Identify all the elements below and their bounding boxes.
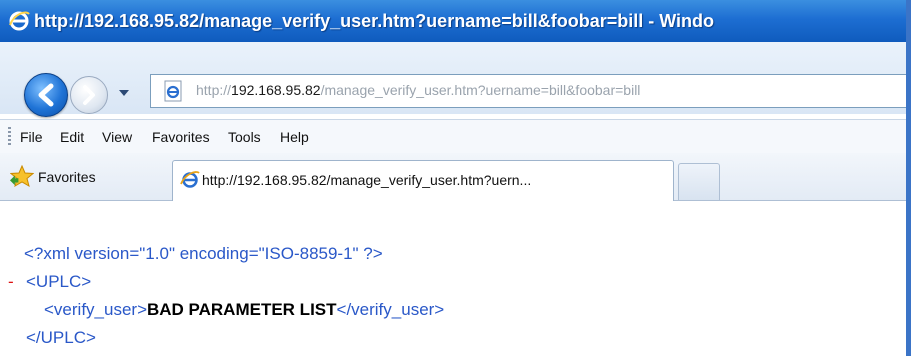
menu-bar <box>0 119 911 155</box>
menu-favorites[interactable]: Favorites <box>152 128 210 146</box>
ie-logo-icon <box>180 171 200 188</box>
toolbar-grip[interactable] <box>8 127 11 145</box>
star-icon[interactable] <box>10 165 34 187</box>
back-arrow-icon <box>38 83 54 107</box>
ie-logo-icon <box>9 11 30 31</box>
favorites-button[interactable]: Favorites <box>38 168 96 186</box>
window-title: http://192.168.95.82/manage_verify_user.… <box>34 11 715 31</box>
ie-page-icon <box>164 80 182 102</box>
recent-pages-dropdown-icon[interactable] <box>118 88 130 98</box>
xml-child-close: </verify_user> <box>336 300 445 319</box>
xml-root-open: <UPLC> <box>26 272 92 291</box>
collapse-toggle[interactable]: - <box>8 271 14 293</box>
menu-view[interactable]: View <box>102 128 132 146</box>
url-path: /manage_verify_user.htm?uername=bill&foo… <box>320 82 641 98</box>
tab-label[interactable]: http://192.168.95.82/manage_verify_user.… <box>202 170 531 190</box>
menu-help[interactable]: Help <box>280 128 309 146</box>
address-url[interactable]: http://192.168.95.82/manage_verify_user.… <box>196 80 640 100</box>
xml-child-value: BAD PARAMETER LIST <box>147 300 337 319</box>
menu-edit[interactable]: Edit <box>60 128 84 146</box>
xml-child-open: <verify_user> <box>44 300 147 319</box>
new-tab-button[interactable] <box>678 163 720 200</box>
browser-window: http://192.168.95.82/manage_verify_user.… <box>0 0 911 356</box>
forward-arrow-icon <box>83 85 95 105</box>
xml-element-line: <verify_user>BAD PARAMETER LIST</verify_… <box>44 299 444 321</box>
url-scheme: http:// <box>196 82 232 98</box>
window-border <box>906 0 911 356</box>
forward-button[interactable] <box>70 76 108 114</box>
back-button[interactable] <box>24 73 68 117</box>
menu-tools[interactable]: Tools <box>228 128 261 146</box>
page-content <box>0 201 911 356</box>
xml-declaration: <?xml version="1.0" encoding="ISO-8859-1… <box>24 244 383 263</box>
url-host: 192.168.95.82 <box>231 82 321 98</box>
xml-root-close: </UPLC> <box>26 328 96 347</box>
menu-file[interactable]: File <box>20 128 43 146</box>
